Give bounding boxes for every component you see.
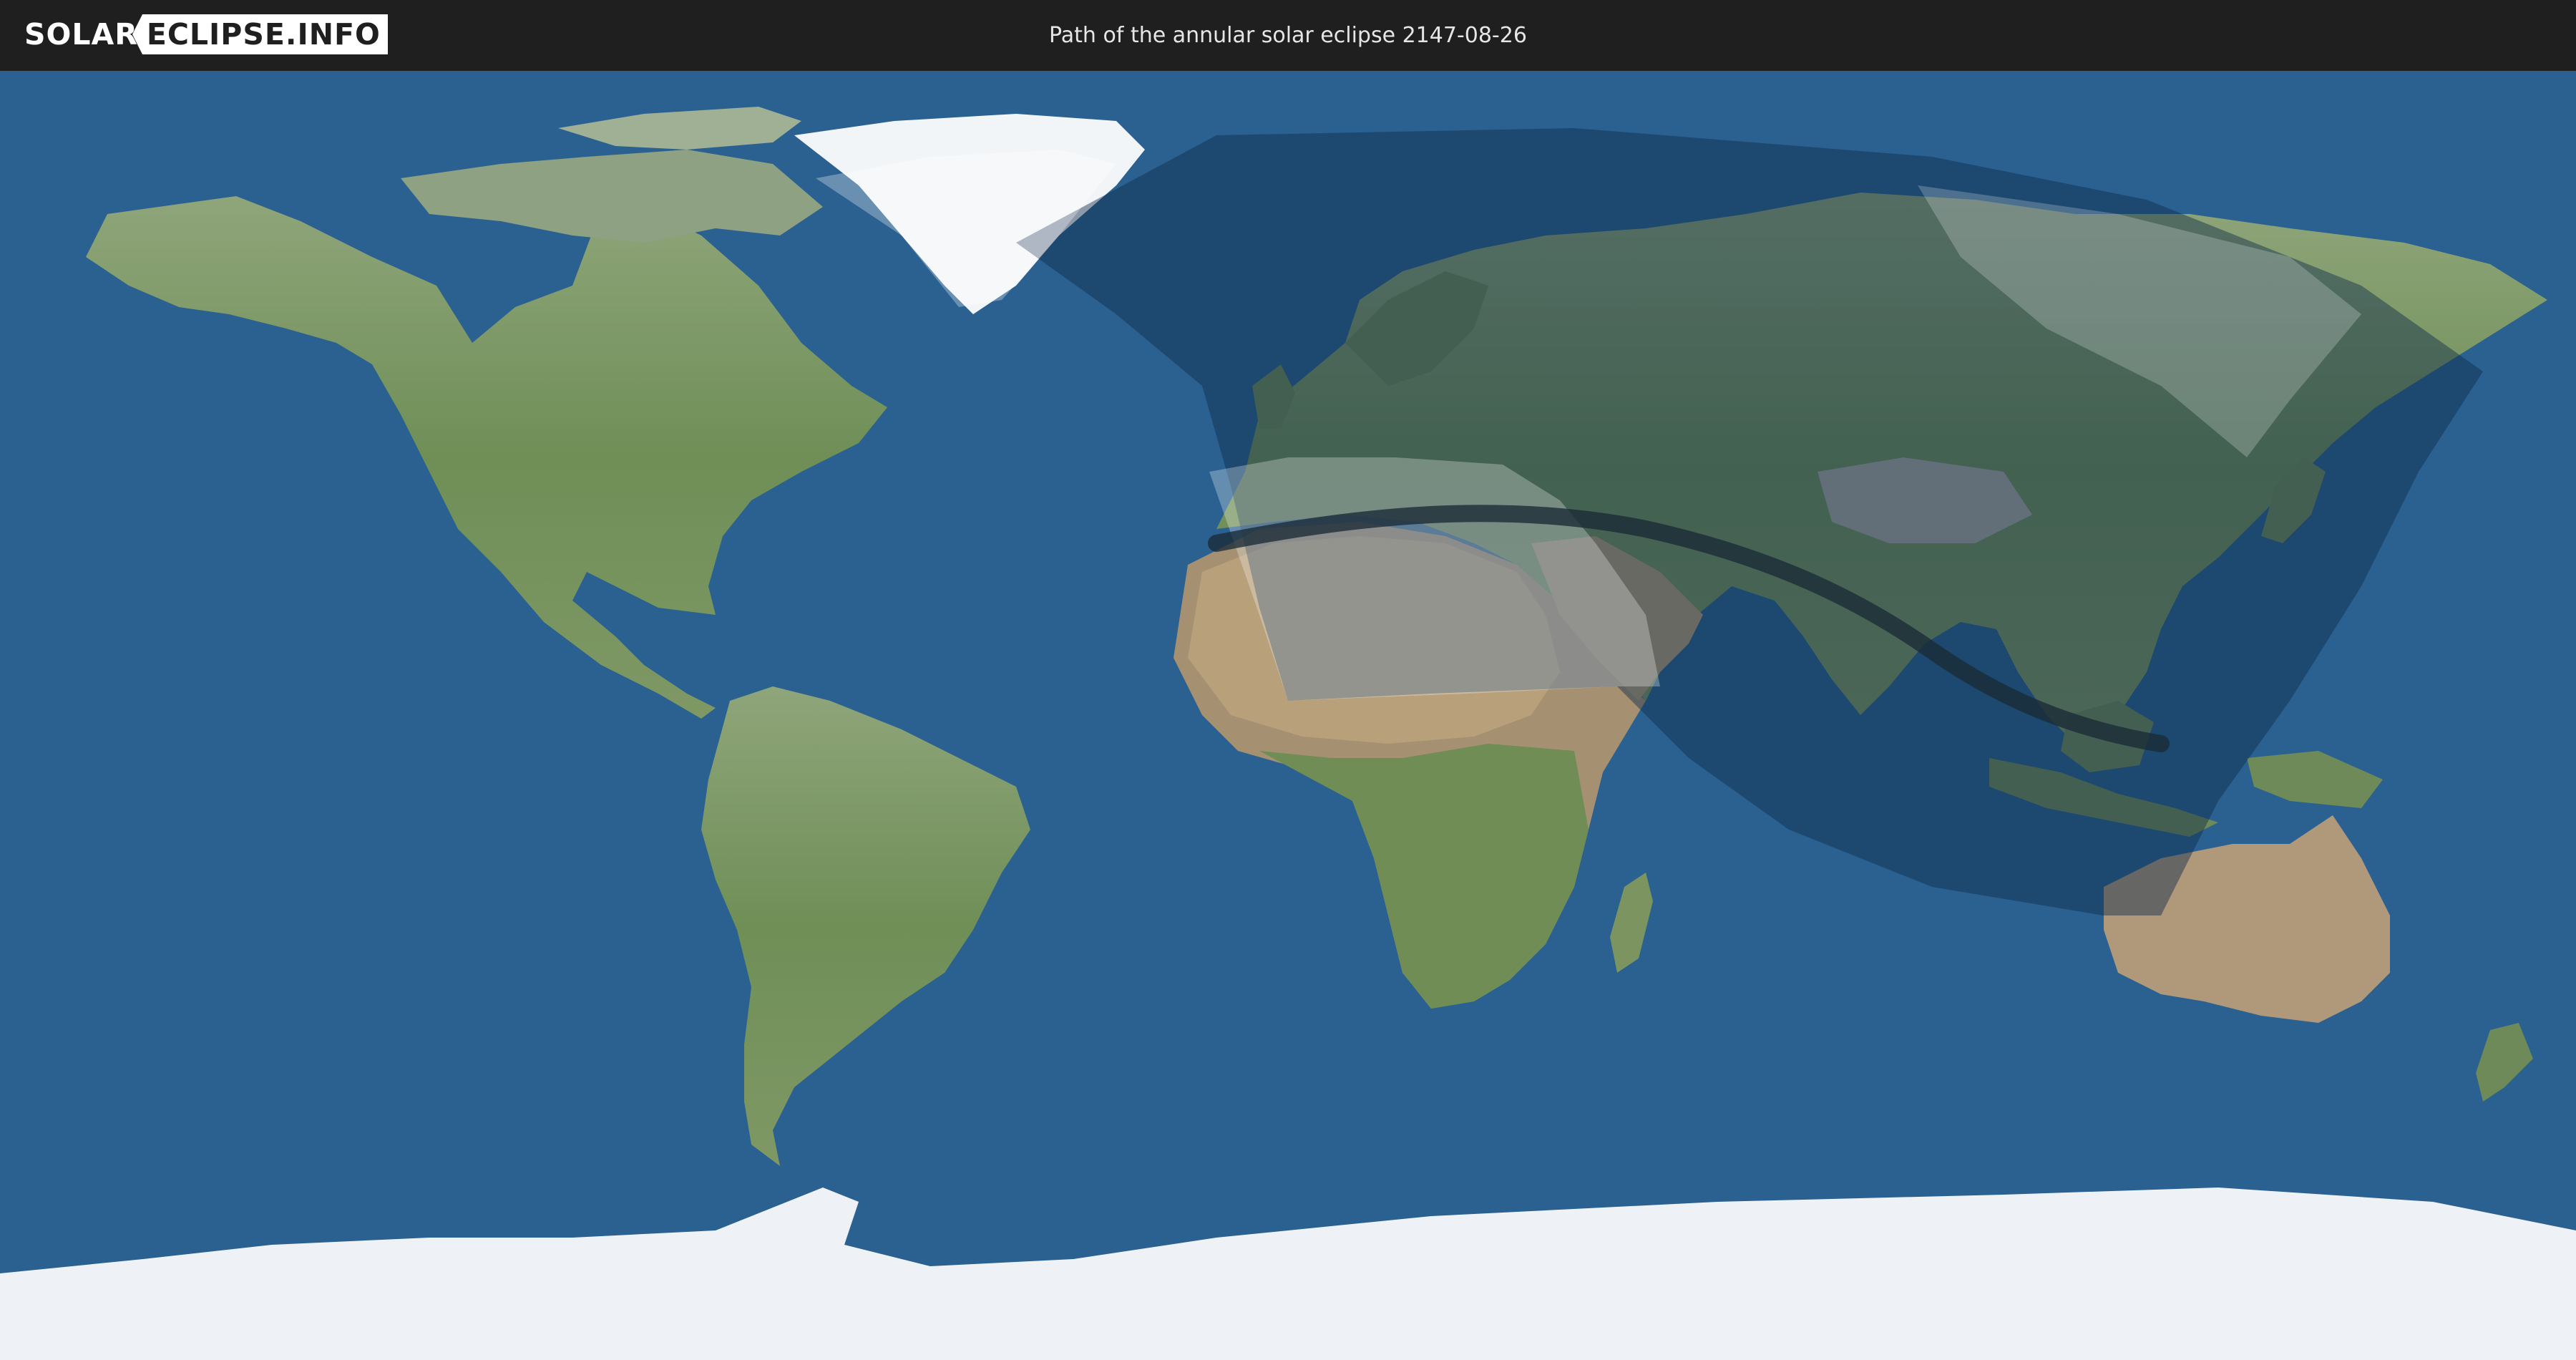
eclipse-map[interactable] bbox=[0, 71, 2576, 1360]
top-bar: SOLAR ECLIPSE.INFO Path of the annular s… bbox=[0, 0, 2576, 71]
world-map-svg bbox=[0, 71, 2576, 1360]
page-title: Path of the annular solar eclipse 2147-0… bbox=[1049, 23, 1527, 48]
